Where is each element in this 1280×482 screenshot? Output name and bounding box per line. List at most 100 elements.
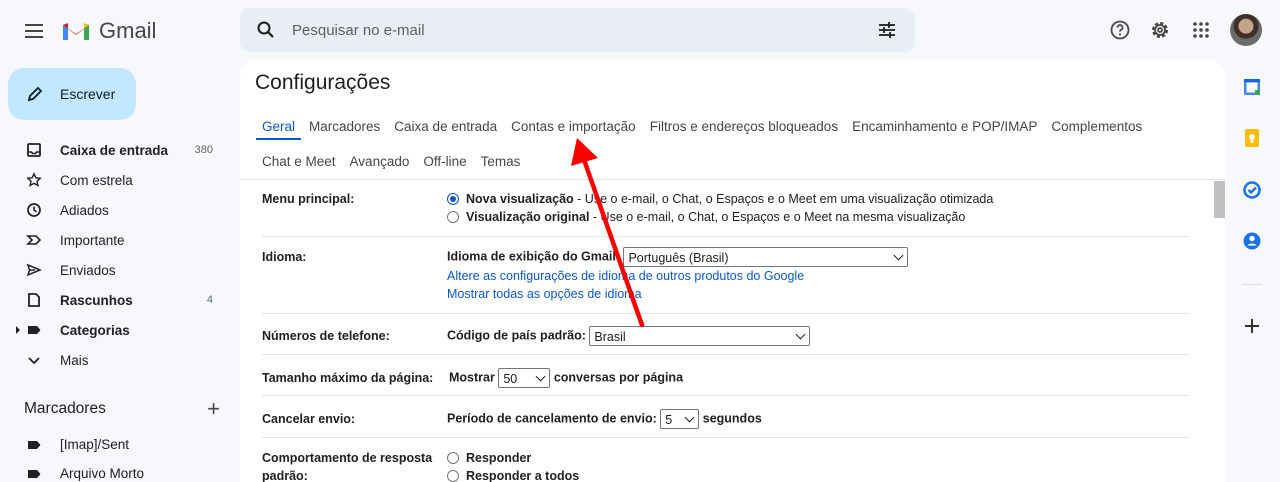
radio-option-responder[interactable]: Responder [447,449,579,467]
chevron-down-icon [26,352,42,368]
nav-label: Mais [60,352,89,368]
tab-caixa-de-entrada[interactable]: Caixa de entrada [394,113,497,140]
nav-label: Rascunhos [60,292,133,308]
radio-button[interactable] [447,211,459,223]
setting-label: Tamanho máximo da página: [262,371,434,385]
help-icon[interactable] [1108,18,1132,42]
tab-avancado[interactable]: Avançado [350,148,410,175]
tab-marcadores[interactable]: Marcadores [309,113,380,140]
labels-section-header: Marcadores + [24,396,220,422]
tab-chat-e-meet[interactable]: Chat e Meet [262,148,336,175]
nav-item-starred[interactable]: Com estrela [0,165,230,195]
nav-item-inbox[interactable]: Caixa de entrada 380 [0,135,230,165]
main-menu-button[interactable] [22,19,46,43]
nav-item-snoozed[interactable]: Adiados [0,195,230,225]
radio-option-visualizacao-original[interactable]: Visualização original - Use o e-mail, o … [447,208,993,226]
nav-item-sent[interactable]: Enviados [0,255,230,285]
setting-content: Nova visualização - Use o e-mail, o Chat… [447,190,993,226]
settings-panel: Configurações Geral Marcadores Caixa de … [240,60,1225,482]
setting-row-undo-send: Cancelar envio: Período de cancelamento … [262,409,1189,438]
compose-label: Escrever [60,86,116,102]
left-nav: Caixa de entrada 380 Com estrela Adiados… [0,135,230,375]
nav-item-categories[interactable]: Categorias [0,315,230,345]
settings-tabs-row-1: Geral Marcadores Caixa de entrada Contas… [255,113,1149,140]
radio-option-nova-visualizacao[interactable]: Nova visualização - Use o e-mail, o Chat… [447,190,993,208]
settings-gear-icon[interactable] [1148,18,1172,42]
label-icon [26,322,42,338]
label-item[interactable]: Arquivo Morto [0,459,230,482]
search-options-icon[interactable] [877,20,897,40]
tab-temas[interactable]: Temas [481,148,521,175]
setting-row-page-size: Tamanho máximo da página: Mostrar 50 con… [262,368,1189,396]
gmail-logo[interactable]: Gmail [61,18,156,44]
radio-button[interactable] [447,193,459,205]
setting-content: Código de país padrão: Brasil [447,326,811,346]
setting-label: Comportamento de resposta padrão: [262,449,432,482]
star-icon [26,172,42,188]
radio-button[interactable] [447,470,459,482]
add-addon-icon[interactable] [1242,316,1262,336]
send-icon [26,262,42,278]
draft-icon [26,292,42,308]
apps-grid-icon[interactable] [1189,18,1213,42]
gmail-m-icon [63,23,89,40]
tab-complementos[interactable]: Complementos [1051,113,1142,140]
undo-send-period-select[interactable]: 5 [660,409,700,429]
label-item[interactable]: [Imap]/Sent [0,430,230,459]
language-select[interactable]: Português (Brasil) [623,247,909,267]
scrollbar-thumb[interactable] [1214,181,1225,218]
important-icon [26,232,42,248]
search-input[interactable] [292,20,852,40]
nav-label: Com estrela [60,172,133,188]
tasks-icon[interactable] [1242,180,1262,200]
radio-button[interactable] [447,452,459,464]
expand-caret-icon[interactable] [16,326,20,334]
calendar-icon[interactable] [1242,77,1262,97]
tab-filtros[interactable]: Filtros e endereços bloqueados [650,113,838,140]
country-code-select[interactable]: Brasil [589,326,811,346]
label-icon [26,466,42,482]
tab-encaminhamento[interactable]: Encaminhamento e POP/IMAP [852,113,1037,140]
setting-content: Período de cancelamento de envio: 5 segu… [447,409,762,429]
nav-item-drafts[interactable]: Rascunhos 4 [0,285,230,315]
search-icon[interactable] [256,20,276,40]
settings-tabs-row-2: Chat e Meet Avançado Off-line Temas [255,148,527,175]
setting-row-reply-behavior: Comportamento de resposta padrão: Respon… [262,449,1189,482]
clock-icon [26,202,42,218]
setting-row-menu-principal: Menu principal: Nova visualização - Use … [262,190,1189,237]
compose-button[interactable]: Escrever [8,68,136,120]
add-label-icon[interactable]: + [207,398,220,420]
account-avatar[interactable] [1230,14,1262,46]
field-label: Idioma de exibição do Gmail: [447,249,620,264]
keep-icon[interactable] [1242,128,1262,148]
tabs-divider [240,179,1225,180]
link-show-all-language-options[interactable]: Mostrar todas as opções de idioma [447,285,908,303]
setting-row-telefone: Números de telefone: Código de país padr… [262,326,1189,355]
option-title: Responder [466,451,532,465]
option-title: Nova visualização [466,192,574,206]
field-label: Período de cancelamento de envio: [447,411,657,426]
link-other-language-settings[interactable]: Altere as configurações de idioma de out… [447,267,908,285]
tab-contas-e-importacao[interactable]: Contas e importação [511,113,636,140]
nav-label: Caixa de entrada [60,142,169,158]
page-size-select[interactable]: 50 [498,368,551,388]
nav-label: Importante [60,232,125,248]
label-list: [Imap]/Sent Arquivo Morto [0,430,230,482]
unread-count: 380 [194,144,213,156]
field-label: Código de país padrão: [447,328,586,343]
contacts-icon[interactable] [1242,231,1262,251]
page-title: Configurações [255,71,391,94]
labels-title: Marcadores [24,400,106,417]
label-line: Comportamento de resposta [262,451,433,465]
nav-item-more[interactable]: Mais [0,345,230,375]
search-bar[interactable] [240,8,915,52]
label-line: padrão: [262,469,308,482]
tab-geral[interactable]: Geral [255,113,302,140]
option-desc: - Use o e-mail, o Chat, o Espaços e o Me… [589,210,966,224]
nav-label: Categorias [60,322,130,338]
tab-off-line[interactable]: Off-line [423,148,466,175]
radio-option-responder-a-todos[interactable]: Responder a todos [447,467,579,482]
dropdown-arrow-icon [894,250,904,261]
nav-label: Adiados [60,202,109,218]
nav-item-important[interactable]: Importante [0,225,230,255]
